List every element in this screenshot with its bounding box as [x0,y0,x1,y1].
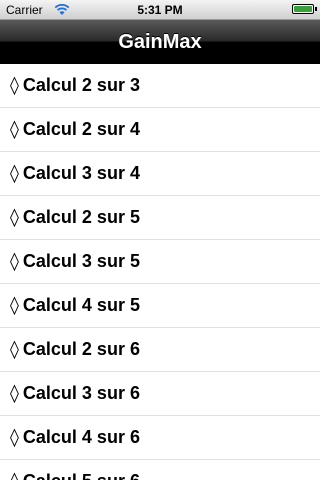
list-item-text: Calcul 4 sur 5 [22,295,140,315]
list-item[interactable]: ◊ Calcul 3 sur 5 [0,240,320,284]
diamond-bullet-icon: ◊ [10,163,19,184]
list-item-text: Calcul 2 sur 6 [22,339,140,359]
list-item-label: ◊ Calcul 2 sur 6 [10,339,140,360]
diamond-bullet-icon: ◊ [10,295,19,316]
status-bar: Carrier 5:31 PM [0,0,320,20]
diamond-bullet-icon: ◊ [10,427,19,448]
battery-tip [315,7,317,11]
battery-level-fill [294,6,312,12]
list-item-label: ◊ Calcul 3 sur 6 [10,383,140,404]
list-item-label: ◊ Calcul 3 sur 5 [10,251,140,272]
diamond-bullet-icon: ◊ [10,251,19,272]
calculation-list[interactable]: ◊ Calcul 2 sur 3 ◊ Calcul 2 sur 4 ◊ Calcul 3 … [0,64,320,480]
navigation-bar: GainMax [0,20,320,64]
list-item-text: Calcul 3 sur 6 [22,383,140,403]
list-item-text: Calcul 3 sur 4 [22,163,140,183]
list-item[interactable]: ◊ Calcul 2 sur 4 [0,108,320,152]
list-item-text: Calcul 3 sur 5 [22,251,140,271]
list-item[interactable]: ◊ Calcul 2 sur 3 [0,64,320,108]
diamond-bullet-icon: ◊ [10,339,19,360]
status-time: 5:31 PM [137,3,183,17]
page-title: GainMax [118,31,202,53]
screen: Carrier 5:31 PM GainMax ◊ Calcul 2 sur 3 ◊… [0,0,320,480]
diamond-bullet-icon: ◊ [10,75,19,96]
list-item-label: ◊ Calcul 5 sur 6 [10,471,140,480]
list-item-label: ◊ Calcul 4 sur 6 [10,427,140,448]
list-item[interactable]: ◊ Calcul 3 sur 6 [0,372,320,416]
diamond-bullet-icon: ◊ [10,119,19,140]
list-item[interactable]: ◊ Calcul 2 sur 6 [0,328,320,372]
list-item[interactable]: ◊ Calcul 5 sur 6 [0,460,320,480]
list-item-text: Calcul 2 sur 4 [22,119,140,139]
list-item-text: Calcul 5 sur 6 [23,471,140,480]
list-item-label: ◊ Calcul 2 sur 3 [10,75,140,96]
diamond-bullet-icon: ◊ [10,471,19,480]
list-item-label: ◊ Calcul 2 sur 5 [10,207,140,228]
list-item-label: ◊ Calcul 4 sur 5 [10,295,140,316]
list-item-text: Calcul 4 sur 6 [22,427,140,447]
list-item-text: Calcul 2 sur 5 [22,207,140,227]
list-item-label: ◊ Calcul 2 sur 4 [10,119,140,140]
battery-icon [292,4,314,14]
list-item[interactable]: ◊ Calcul 2 sur 5 [0,196,320,240]
diamond-bullet-icon: ◊ [10,383,19,404]
diamond-bullet-icon: ◊ [10,207,19,228]
list-item-text: Calcul 2 sur 3 [22,75,140,95]
list-item[interactable]: ◊ Calcul 4 sur 6 [0,416,320,460]
list-item-label: ◊ Calcul 3 sur 4 [10,163,140,184]
list-item[interactable]: ◊ Calcul 3 sur 4 [0,152,320,196]
list-item[interactable]: ◊ Calcul 4 sur 5 [0,284,320,328]
